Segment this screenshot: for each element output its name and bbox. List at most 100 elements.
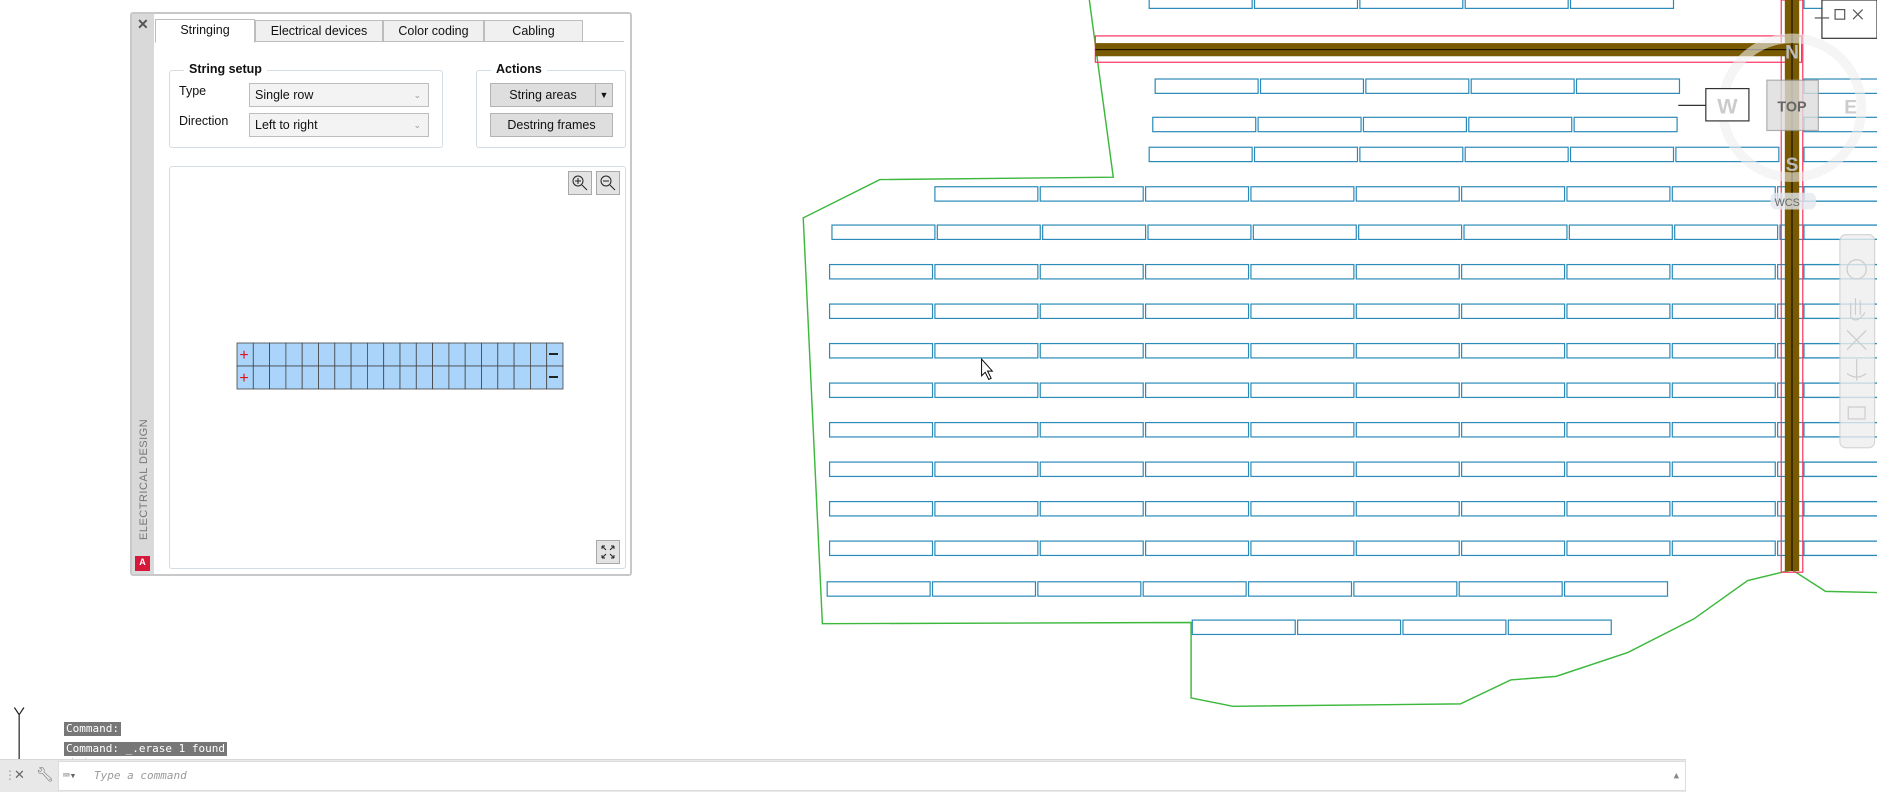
- solar-panel-table[interactable]: [1355, 263, 1460, 280]
- solar-panel-table[interactable]: [1358, 224, 1463, 241]
- solar-panel-table[interactable]: [934, 186, 1039, 202]
- close-command-icon[interactable]: ✕: [14, 767, 25, 783]
- solar-panel-table[interactable]: [1569, 0, 1675, 9]
- solar-panel-table[interactable]: [1253, 0, 1359, 9]
- solar-panel-table[interactable]: [1803, 461, 1877, 478]
- solar-panel-table[interactable]: [934, 263, 1039, 280]
- solar-panel-table[interactable]: [1259, 78, 1365, 94]
- viewcube-south[interactable]: S: [1786, 155, 1799, 176]
- solar-panel-table[interactable]: [934, 500, 1039, 517]
- solar-panel-table[interactable]: [1039, 186, 1144, 202]
- solar-panel-table[interactable]: [828, 303, 934, 320]
- solar-panel-table[interactable]: [934, 342, 1039, 359]
- solar-panel-table[interactable]: [1464, 0, 1569, 9]
- viewcube-west[interactable]: W: [1717, 95, 1738, 119]
- solar-panel-table[interactable]: [1144, 500, 1250, 517]
- solar-panel-table[interactable]: [828, 500, 934, 517]
- solar-panel-table[interactable]: [1250, 342, 1355, 359]
- solar-panel-table[interactable]: [1461, 421, 1566, 438]
- fit-view-button[interactable]: [596, 540, 620, 564]
- solar-panel-table[interactable]: [1353, 581, 1458, 597]
- solar-panel-table[interactable]: [1671, 421, 1776, 438]
- solar-panel-table[interactable]: [1355, 421, 1460, 438]
- solar-panel-table[interactable]: [1566, 342, 1671, 359]
- solar-panel-table[interactable]: [1250, 500, 1355, 517]
- solar-panel-table[interactable]: [931, 581, 1037, 597]
- solar-panel-table[interactable]: [1461, 342, 1566, 359]
- solar-panel-table[interactable]: [1507, 619, 1612, 636]
- viewcube-top[interactable]: TOP: [1777, 99, 1807, 115]
- viewcube[interactable]: [1678, 0, 1877, 182]
- solar-panel-table[interactable]: [1566, 303, 1671, 320]
- solar-panel-table[interactable]: [1461, 540, 1566, 557]
- solar-panel-table[interactable]: [1671, 382, 1776, 399]
- solar-panel-table[interactable]: [1250, 421, 1355, 438]
- customize-wrench-icon[interactable]: 🔧︎: [36, 766, 54, 783]
- close-icon[interactable]: ✕: [137, 16, 149, 33]
- solar-panel-table[interactable]: [1355, 342, 1460, 359]
- navigation-bar[interactable]: [1839, 234, 1876, 449]
- solar-panel-table[interactable]: [1671, 500, 1776, 517]
- solar-panel-table[interactable]: [1671, 342, 1776, 359]
- solar-panel-table[interactable]: [1573, 116, 1678, 133]
- solar-panel-table[interactable]: [1461, 186, 1566, 202]
- solar-panel-table[interactable]: [1039, 421, 1144, 438]
- solar-panel-table[interactable]: [1402, 619, 1507, 636]
- solar-panel-table[interactable]: [1252, 224, 1357, 241]
- solar-panel-table[interactable]: [934, 421, 1039, 438]
- solar-panel-table[interactable]: [1144, 303, 1250, 320]
- solar-panel-table[interactable]: [1355, 500, 1460, 517]
- solar-panel-table[interactable]: [936, 224, 1041, 241]
- solar-panel-table[interactable]: [1458, 581, 1563, 597]
- solar-panel-table[interactable]: [831, 224, 936, 241]
- solar-panel-table[interactable]: [1461, 461, 1566, 478]
- solar-panel-table[interactable]: [828, 342, 934, 359]
- viewcube-north[interactable]: N: [1785, 43, 1799, 64]
- solar-panel-table[interactable]: [1575, 78, 1681, 94]
- solar-panel-table[interactable]: [1148, 0, 1253, 9]
- tab-color-coding[interactable]: Color coding: [383, 20, 484, 42]
- solar-panel-table[interactable]: [1563, 581, 1669, 597]
- solar-panel-table[interactable]: [1468, 116, 1573, 133]
- solar-panel-table[interactable]: [1250, 461, 1355, 478]
- solar-panel-table[interactable]: [1566, 500, 1671, 517]
- solar-panel-table[interactable]: [1250, 303, 1355, 320]
- type-select[interactable]: Single row ⌄: [249, 83, 429, 107]
- ucs-menu[interactable]: WCS: [1775, 197, 1800, 209]
- solar-panel-table[interactable]: [1039, 500, 1144, 517]
- solar-panel-table[interactable]: [1257, 116, 1362, 133]
- solar-panel-table[interactable]: [1039, 382, 1144, 399]
- solar-panel-table[interactable]: [1671, 461, 1776, 478]
- solar-panel-table[interactable]: [934, 461, 1039, 478]
- solar-panel-table[interactable]: [934, 303, 1039, 320]
- solar-panel-table[interactable]: [1671, 263, 1776, 280]
- solar-panel-table[interactable]: [1152, 116, 1257, 133]
- solar-panel-table[interactable]: [828, 263, 934, 280]
- solar-panel-table[interactable]: [828, 421, 934, 438]
- solar-panel-table[interactable]: [1037, 581, 1142, 597]
- solar-panel-table[interactable]: [1144, 461, 1250, 478]
- solar-panel-table[interactable]: [1042, 224, 1147, 241]
- string-preview[interactable]: + +: [169, 166, 626, 569]
- solar-panel-table[interactable]: [1566, 263, 1671, 280]
- solar-panel-table[interactable]: [1566, 461, 1671, 478]
- solar-panel-table[interactable]: [1039, 540, 1144, 557]
- solar-panel-table[interactable]: [1803, 500, 1877, 517]
- solar-panel-table[interactable]: [1250, 263, 1355, 280]
- command-input[interactable]: ⌨▾ Type a command ▲: [58, 761, 1686, 791]
- solar-panel-table[interactable]: [1463, 224, 1568, 241]
- direction-select[interactable]: Left to right ⌄: [249, 113, 429, 137]
- solar-panel-table[interactable]: [1461, 303, 1566, 320]
- solar-panel-table[interactable]: [1671, 186, 1776, 202]
- solar-panel-table[interactable]: [934, 382, 1039, 399]
- solar-panel-table[interactable]: [1147, 224, 1252, 241]
- solar-panel-table[interactable]: [1355, 303, 1460, 320]
- solar-panel-table[interactable]: [1144, 382, 1250, 399]
- tab-cabling[interactable]: Cabling: [484, 20, 583, 42]
- solar-panel-table[interactable]: [1671, 303, 1776, 320]
- solar-panel-table[interactable]: [1250, 382, 1355, 399]
- solar-panel-table[interactable]: [1191, 619, 1296, 636]
- solar-panel-table[interactable]: [1359, 0, 1464, 9]
- solar-panel-table[interactable]: [1566, 540, 1671, 557]
- destring-frames-button[interactable]: Destring frames: [490, 113, 613, 137]
